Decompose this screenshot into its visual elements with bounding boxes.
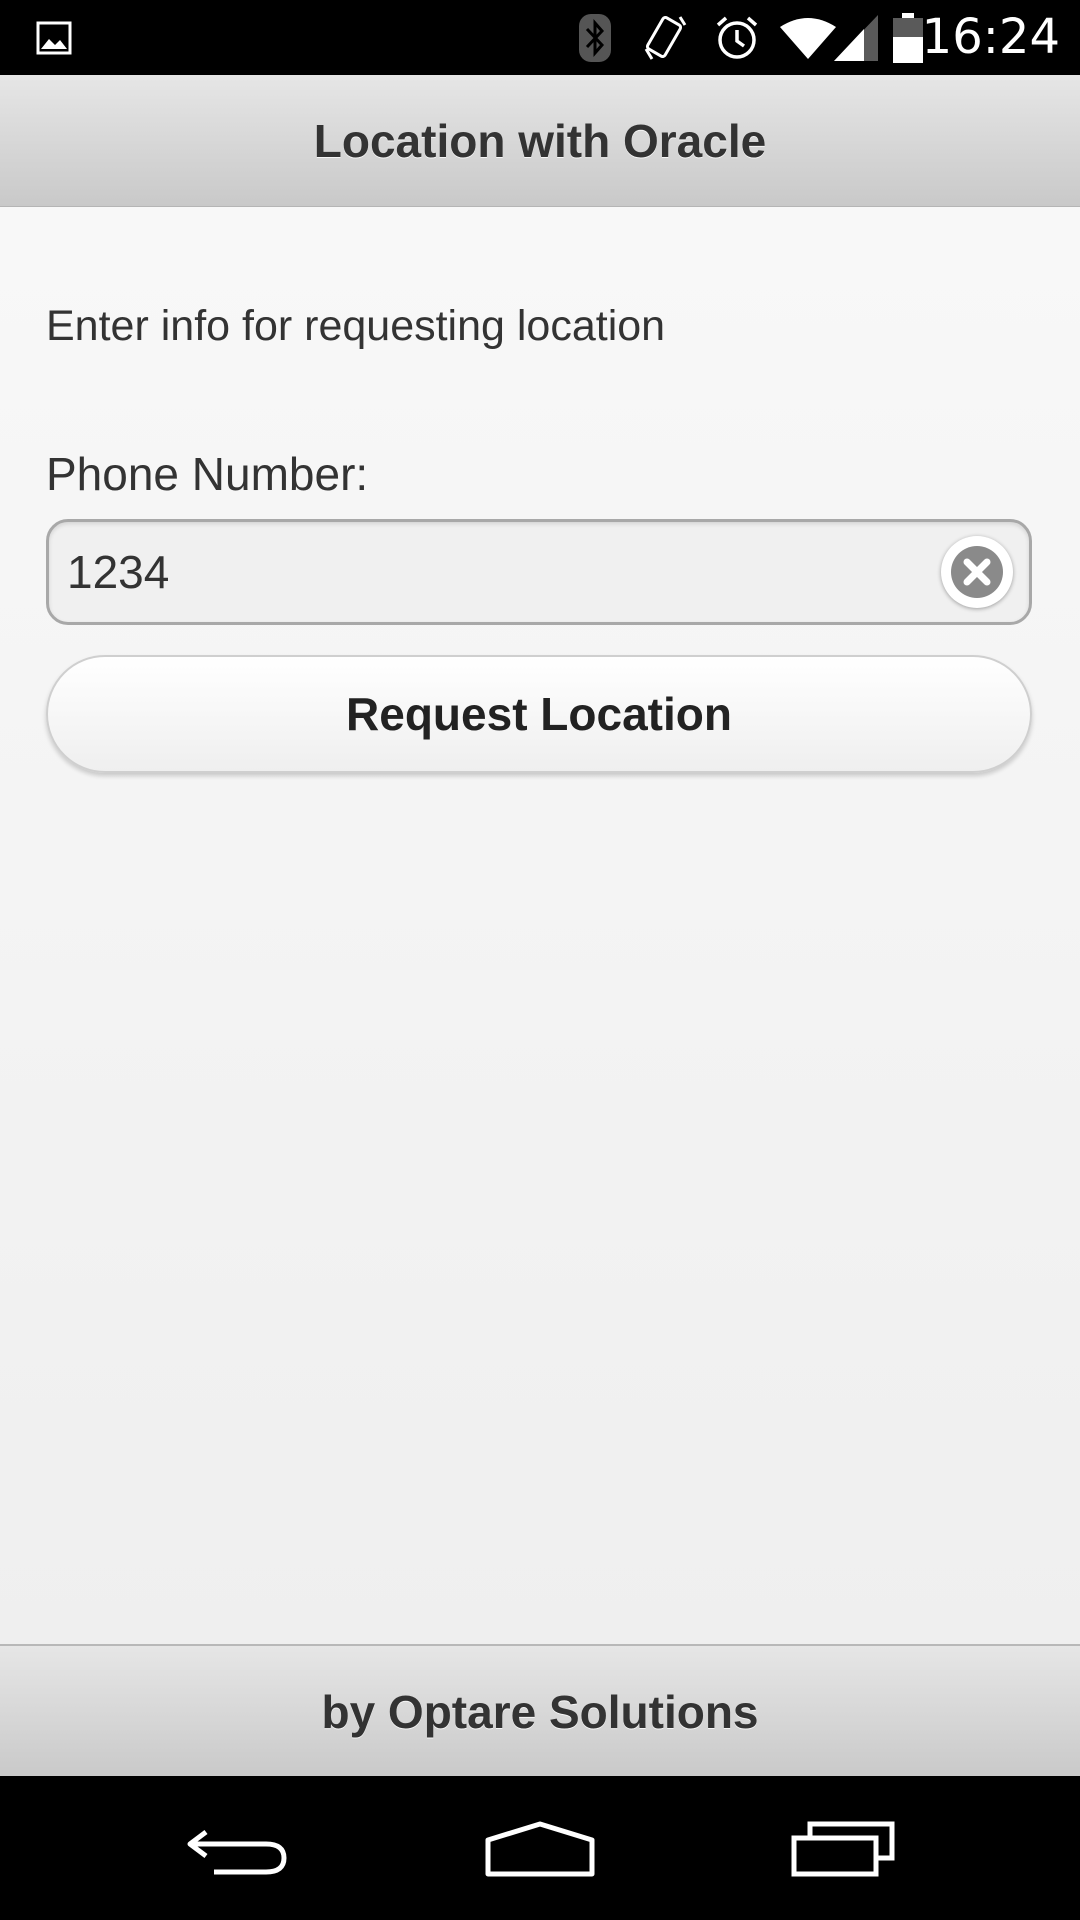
page-title: Location with Oracle [313,114,767,167]
home-icon[interactable] [484,1776,596,1920]
image-notification-icon [36,0,72,75]
recents-icon[interactable] [790,1776,896,1920]
navigation-bar [0,1776,1080,1920]
request-location-label: Request Location [346,688,732,740]
phone-number-field[interactable] [46,519,1032,625]
clear-icon [951,546,1003,598]
phone-number-label: Phone Number: [46,448,369,500]
signal-icon [834,0,878,75]
phone-number-input[interactable] [67,522,927,622]
status-bar: 16:24 [0,0,1080,75]
alarm-icon [714,0,760,75]
back-icon[interactable] [186,1776,290,1920]
wifi-icon [780,0,836,75]
status-clock: 16:24 [921,9,1060,65]
bluetooth-icon [578,0,612,75]
app-footer: by Optare Solutions [0,1644,1080,1778]
footer-credit: by Optare Solutions [321,1686,759,1738]
battery-icon [893,0,923,75]
vibrate-icon [642,0,688,75]
app-header: Location with Oracle [0,75,1080,207]
intro-text: Enter info for requesting location [46,302,666,350]
clear-input-button[interactable] [941,536,1013,608]
request-location-button[interactable]: Request Location [46,655,1032,773]
main-content: Enter info for requesting location Phone… [0,207,1080,1644]
